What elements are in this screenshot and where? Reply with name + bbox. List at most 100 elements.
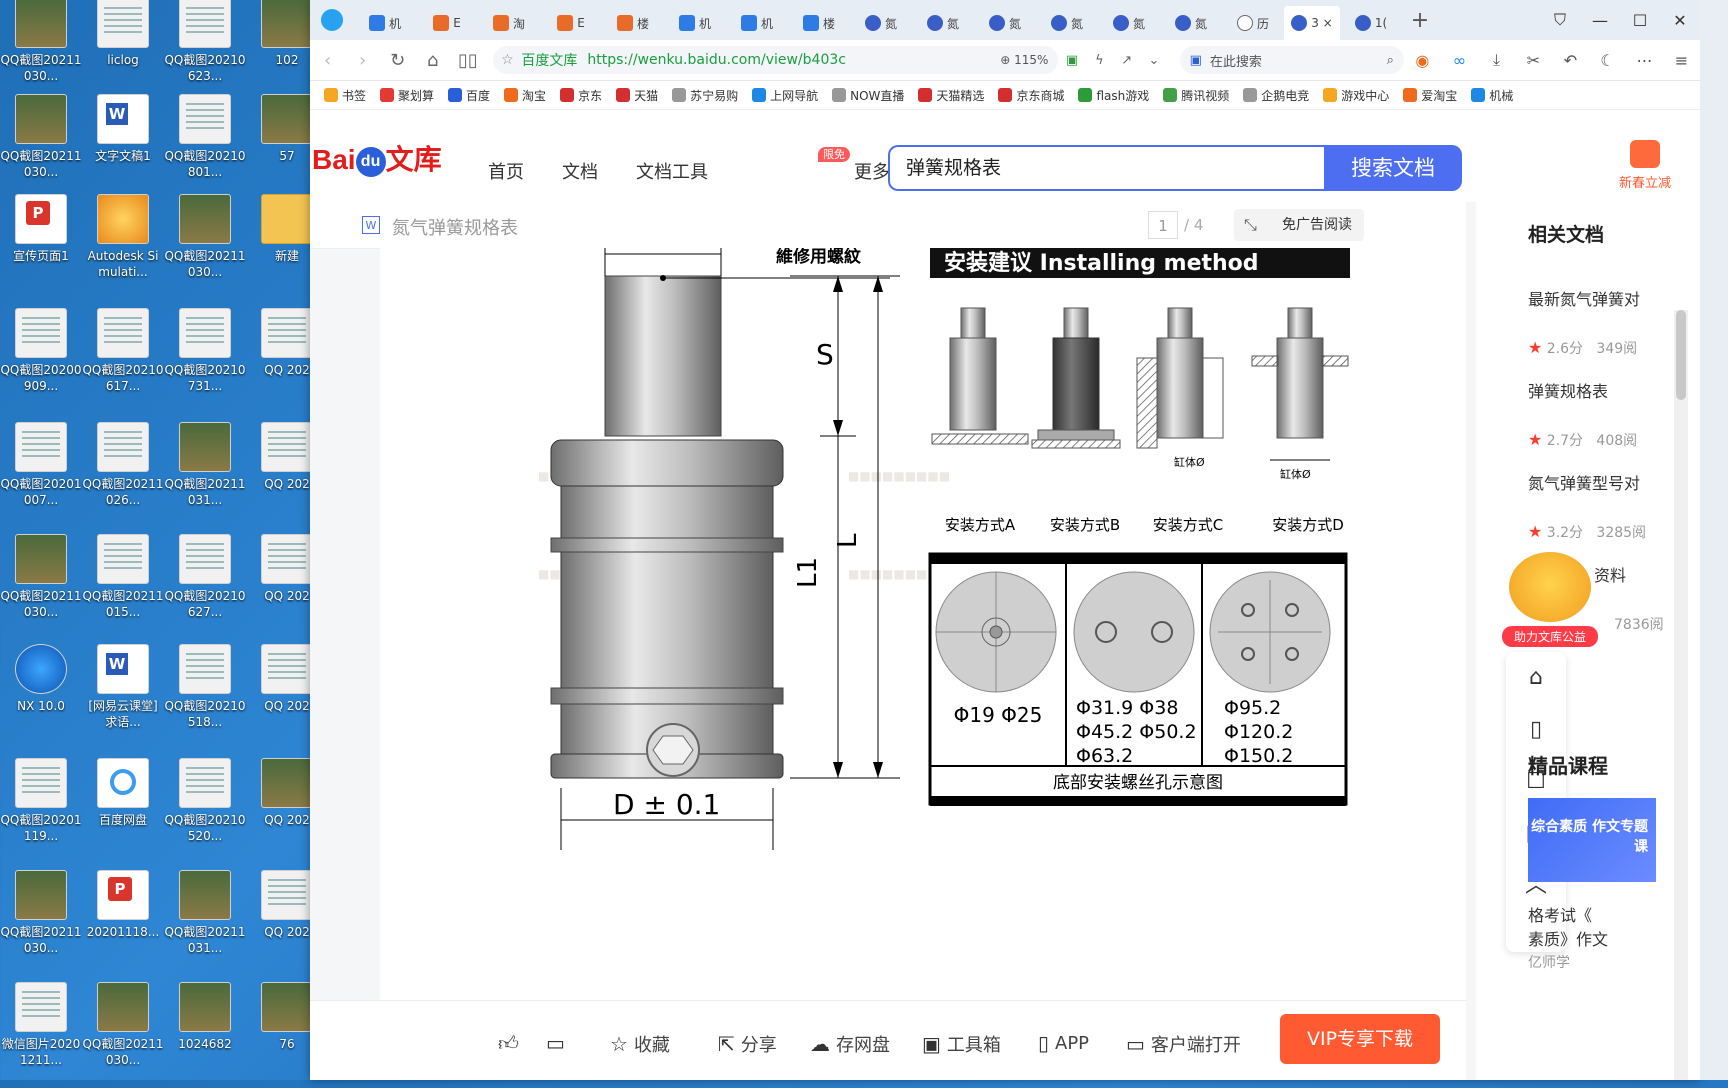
bookmark-item[interactable]: NOW直播	[832, 87, 904, 104]
desktop-icon[interactable]: QQ截图20210518...	[164, 640, 246, 750]
game-icon[interactable]: ◉	[1404, 51, 1441, 70]
bookmark-item[interactable]: 上网导航	[752, 87, 818, 104]
search-docs-button[interactable]: 搜索文档	[1324, 145, 1462, 191]
desktop-icon[interactable]: 文字文稿1	[82, 90, 164, 200]
browser-tab[interactable]: 氮	[1098, 6, 1160, 40]
home-button[interactable]: ⌂	[415, 50, 450, 71]
menu-icon[interactable]: ≡	[1663, 51, 1700, 70]
share-button[interactable]: ⇱ 分享	[718, 1031, 777, 1057]
address-bar[interactable]: ☆ 百度文库 https://wenku.baidu.com/view/b403…	[493, 46, 1059, 74]
client-open-button[interactable]: ▭ 客户端打开	[1126, 1031, 1241, 1057]
browser-tab[interactable]: 机	[726, 6, 788, 40]
back-button[interactable]: ‹	[310, 50, 345, 71]
desktop-icon[interactable]: QQ截图20211015...	[82, 530, 164, 640]
comment-button[interactable]: ▭	[546, 1031, 571, 1055]
search-icon[interactable]: ⌕	[1387, 53, 1394, 68]
desktop-icon[interactable]: Autodesk Simulati...	[82, 190, 164, 300]
desktop-icon[interactable]: QQ截图20210731...	[164, 304, 246, 414]
app-button[interactable]: ▯ APP	[1038, 1031, 1089, 1055]
briefcase-icon[interactable]: ⌂	[1506, 652, 1566, 704]
bookmark-item[interactable]: 京东	[560, 87, 602, 104]
scissors-icon[interactable]: ✂	[1515, 51, 1552, 70]
desktop-icon[interactable]: QQ截图20211026...	[82, 418, 164, 528]
toolbox-button[interactable]: ▣ 工具箱	[922, 1031, 1001, 1057]
chevron-down-icon[interactable]: ⌄	[1140, 53, 1167, 68]
desktop-icon[interactable]: QQ截图20210801...	[164, 90, 246, 200]
browser-tab[interactable]: E	[540, 6, 602, 40]
desktop-icon[interactable]: QQ截图20210617...	[82, 304, 164, 414]
doc-search-input[interactable]: 弹簧规格表	[888, 145, 1324, 191]
bookmark-item[interactable]: 游戏中心	[1323, 87, 1389, 104]
browser-tab[interactable]: 氮	[912, 6, 974, 40]
minimize-button[interactable]: —	[1580, 11, 1620, 30]
browser-search-input[interactable]: ▣ 在此搜索 ⌕	[1179, 46, 1404, 74]
nav-tools[interactable]: 文档工具 限免	[636, 147, 850, 184]
scrollbar-thumb[interactable]	[1676, 310, 1686, 400]
zoom-level[interactable]: ⊕ 115%	[1000, 53, 1048, 67]
browser-tab[interactable]: 历	[1222, 6, 1284, 40]
download-icon[interactable]: ⤓	[1478, 50, 1515, 70]
desktop-icon[interactable]: 微信图片20201211...	[0, 978, 82, 1088]
course-subtitle[interactable]: 格考试《	[1528, 902, 1592, 926]
desktop-icon[interactable]: [网易云课堂] 求语...	[82, 640, 164, 750]
desktop-icon[interactable]: QQ截图20201007...	[0, 418, 82, 528]
desktop-icon[interactable]: QQ截图20211030...	[0, 0, 82, 104]
desktop-icon[interactable]: liclog	[82, 0, 164, 104]
vip-download-button[interactable]: VIP专享下载	[1280, 1014, 1440, 1064]
search-engine-icon[interactable]: ▣	[1190, 53, 1202, 68]
close-button[interactable]: ✕	[1660, 11, 1700, 30]
browser-tab[interactable]: 楼	[602, 6, 664, 40]
page-number-input[interactable]: 1	[1148, 211, 1178, 239]
desktop-icon[interactable]: 1024682	[164, 978, 246, 1088]
bookmark-item[interactable]: 天猫精选	[918, 87, 984, 104]
browser-tab[interactable]: 机	[664, 6, 726, 40]
bookmark-item[interactable]: 机械	[1471, 87, 1513, 104]
desktop-icon[interactable]: QQ截图20210627...	[164, 530, 246, 640]
vip-promo[interactable]: 新春立减	[1610, 140, 1680, 191]
forward-button[interactable]: ›	[345, 50, 380, 71]
undo-icon[interactable]: ↶	[1552, 51, 1589, 70]
bookmark-item[interactable]: 淘宝	[504, 87, 546, 104]
course-banner[interactable]: 综合素质 作文专题课	[1528, 798, 1656, 882]
desktop-icon[interactable]: QQ截图20211031...	[164, 418, 246, 528]
bookmark-item[interactable]: 腾讯视频	[1163, 87, 1229, 104]
no-ad-read-button[interactable]: ⤡ 免广告阅读	[1234, 209, 1364, 241]
browser-tab[interactable]: 氮	[1036, 6, 1098, 40]
star-icon[interactable]: ☆	[493, 52, 521, 68]
shirt-skin-icon[interactable]: ⛉	[1540, 10, 1580, 30]
bookmark-item[interactable]: 书签	[324, 87, 366, 104]
phone-icon[interactable]: ▯	[1506, 704, 1566, 756]
desktop-icon[interactable]: NX 10.0	[0, 640, 82, 750]
tab-last[interactable]: 1(	[1340, 6, 1402, 40]
desktop-icon[interactable]: QQ截图20201119...	[0, 754, 82, 864]
netdisk-button[interactable]: ☁ 存网盘	[810, 1031, 890, 1057]
infinity-icon[interactable]: ∞	[1441, 51, 1478, 70]
course-subtitle[interactable]: 素质》作文	[1528, 926, 1608, 950]
desktop-icon[interactable]: QQ截图20210520...	[164, 754, 246, 864]
bookmark-item[interactable]: 京东商城	[998, 87, 1064, 104]
moon-icon[interactable]: ☾	[1589, 51, 1626, 70]
reader-mode-icon[interactable]: ▯▯	[450, 50, 485, 71]
browser-tab[interactable]: 淘	[478, 6, 540, 40]
nav-more[interactable]: 更多	[854, 158, 890, 184]
page-scrollbar[interactable]	[1674, 310, 1688, 1080]
desktop-icon[interactable]: QQ截图20211030...	[82, 978, 164, 1088]
reader-icon[interactable]: ▣	[1058, 53, 1085, 68]
new-tab-button[interactable]: +	[1402, 8, 1438, 33]
desktop-icon[interactable]: QQ截图20211031...	[164, 866, 246, 976]
reload-button[interactable]: ↻	[380, 50, 415, 71]
like-button[interactable]: 👍︎	[498, 1031, 525, 1056]
lightning-icon[interactable]: ϟ	[1086, 53, 1113, 68]
browser-tab[interactable]: 氮	[850, 6, 912, 40]
bookmark-item[interactable]: 企鹅电竞	[1243, 87, 1309, 104]
desktop-icon[interactable]: QQ截图20211030...	[0, 530, 82, 640]
browser-logo-icon[interactable]	[310, 0, 354, 40]
browser-tab[interactable]: 楼	[788, 6, 850, 40]
baidu-wenku-logo[interactable]: Bai du 文库	[312, 138, 442, 178]
more-icon[interactable]: ⋯	[1626, 51, 1663, 70]
share-icon[interactable]: ↗	[1113, 53, 1140, 68]
maximize-button[interactable]: ☐	[1620, 11, 1660, 30]
save-button[interactable]: ☆ 收藏	[610, 1031, 670, 1057]
related-doc-title[interactable]: 最新氮气弹簧对	[1528, 286, 1700, 310]
desktop-icon[interactable]: QQ截图20211030...	[164, 190, 246, 300]
